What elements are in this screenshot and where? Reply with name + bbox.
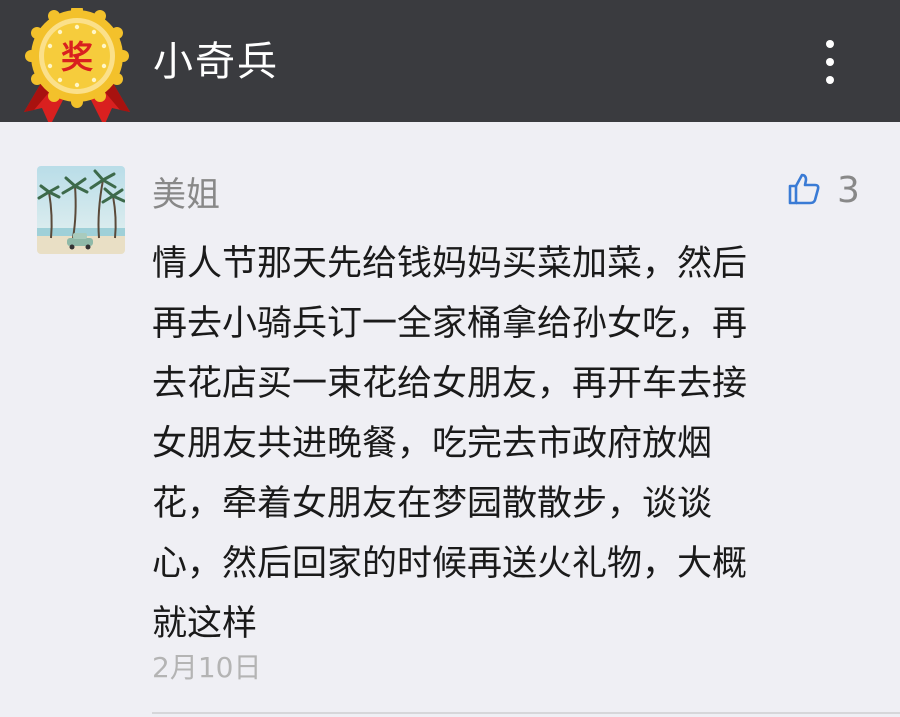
badge-char: 奖 (61, 38, 93, 76)
comment-date: 2月10日 (152, 651, 262, 684)
like-count: 3 (837, 170, 860, 211)
comment-author[interactable]: 美姐 (152, 174, 220, 216)
comment-list: 美姐 3 情人节那天先给钱妈妈买菜加菜，然后 再去小骑兵订一全家桶拿给孙女吃，再… (0, 122, 900, 717)
avatar[interactable] (37, 166, 125, 254)
page-title: 小奇兵 (153, 39, 279, 85)
award-ribbon-icon: 奖 (22, 4, 132, 126)
more-vertical-icon[interactable] (812, 36, 848, 88)
title-bar: 奖 小奇兵 (0, 0, 900, 126)
like-button[interactable]: 3 (787, 170, 860, 212)
thumbs-up-icon[interactable] (787, 172, 821, 210)
divider (152, 712, 900, 714)
comment-text: 情人节那天先给钱妈妈买菜加菜，然后 再去小骑兵订一全家桶拿给孙女吃，再 去花店买… (152, 244, 748, 644)
